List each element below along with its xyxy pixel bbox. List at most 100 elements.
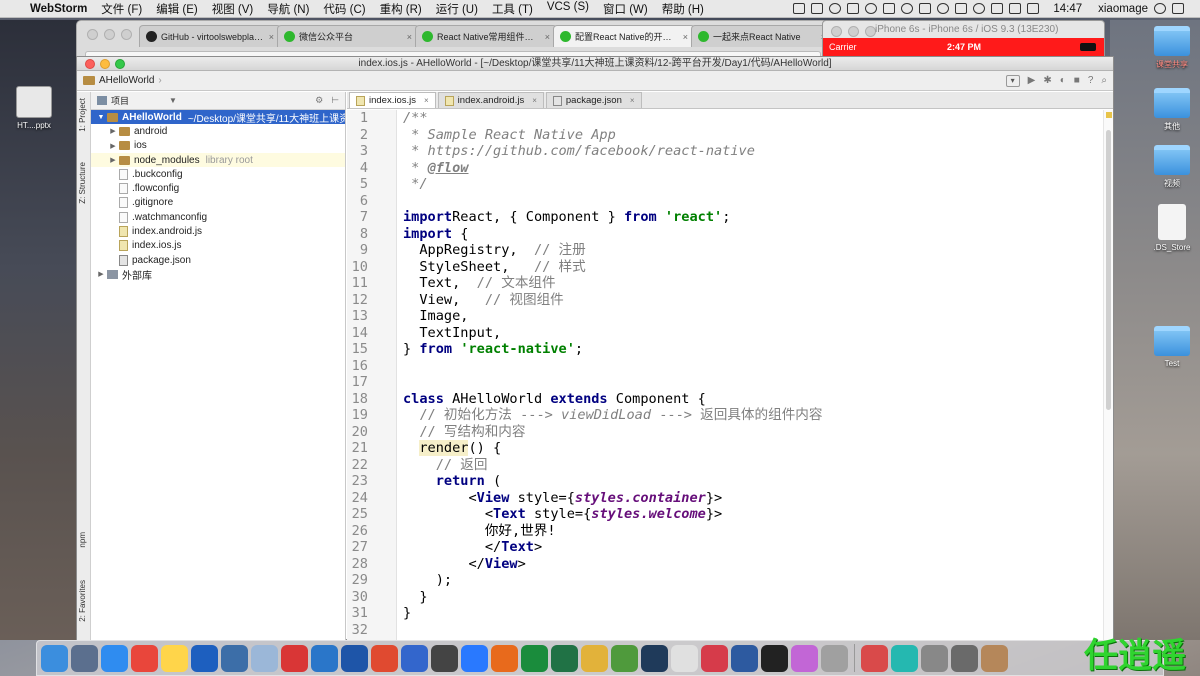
editor-scrollbar[interactable] (1103, 110, 1113, 640)
dock-app-icon[interactable] (761, 644, 788, 672)
dock-app-icon[interactable] (521, 644, 548, 672)
dock-app-icon[interactable] (71, 644, 98, 672)
tree-item[interactable]: ▶ node_modules library root (91, 152, 345, 168)
coverage-icon[interactable]: ◐ (1060, 75, 1066, 86)
chevron-down-icon[interactable]: ▼ (169, 96, 177, 105)
minimize-icon[interactable] (100, 59, 110, 69)
dock-app-icon[interactable] (671, 644, 698, 672)
tree-item[interactable]: ▼ AHelloWorld ~/Desktop/课堂共享/11大神班上课资料 (91, 110, 345, 125)
chevron-icon[interactable]: ▶ (95, 270, 107, 278)
dock-app-icon[interactable] (431, 644, 458, 672)
browser-tab[interactable]: 微信公众平台 × (277, 25, 419, 47)
editor-content[interactable]: 1 2 3 4 5 6 7 8 9 10 11 12 13 14 15 16 17 18 19 20 21 22 23 24 2… (347, 110, 1113, 640)
bluetooth-icon[interactable] (955, 3, 968, 14)
menu-item[interactable]: 文件 (F) (101, 1, 142, 17)
project-view-selector[interactable]: 项目 (111, 94, 129, 107)
tree-item[interactable]: ▶ 外部库 (91, 267, 345, 282)
dock-app-icon[interactable] (401, 644, 428, 672)
close-icon[interactable]: × (532, 96, 537, 105)
chevron-icon[interactable]: ▶ (107, 127, 119, 135)
minimize-icon[interactable] (848, 26, 859, 37)
dock-app-icon[interactable] (371, 644, 398, 672)
code-area[interactable]: /** * Sample React Native App * https://… (403, 110, 823, 638)
code-line[interactable]: return ( (403, 473, 823, 490)
collapse-icon[interactable]: ⊢ (331, 95, 339, 106)
code-line[interactable] (403, 358, 823, 375)
code-line[interactable]: TextInput, (403, 325, 823, 342)
tree-item[interactable]: .watchmanconfig (91, 210, 345, 224)
code-line[interactable]: // 初始化方法 ---> viewDidLoad ---> 返回具体的组件内容 (403, 407, 822, 424)
dock-app-icon[interactable] (611, 644, 638, 672)
run-icon[interactable]: ▶ (1028, 75, 1036, 86)
desktop-icon[interactable]: 课堂共享 (1142, 26, 1200, 70)
dock-app-icon[interactable] (461, 644, 488, 672)
menu-item[interactable]: VCS (S) (547, 1, 589, 17)
menu-item[interactable]: 编辑 (E) (156, 1, 198, 17)
help-icon[interactable]: ? (1088, 75, 1094, 86)
code-line[interactable] (403, 622, 823, 639)
editor-tab[interactable]: index.android.js × (437, 92, 544, 108)
code-line[interactable]: <View style={styles.container}> (403, 490, 823, 507)
menu-item[interactable]: 导航 (N) (267, 1, 309, 17)
dock-app-icon[interactable] (131, 644, 158, 672)
dock-app-icon[interactable] (641, 644, 668, 672)
code-line[interactable]: </Text> (403, 539, 823, 556)
tree-item[interactable]: .flowconfig (91, 181, 345, 195)
dock-app-icon[interactable] (101, 644, 128, 672)
gear-icon[interactable]: ⚙ (315, 95, 323, 106)
close-icon[interactable]: × (269, 32, 274, 42)
clock-icon[interactable] (865, 3, 878, 14)
tree-item[interactable]: .gitignore (91, 196, 345, 210)
menu-user[interactable]: xiaomage (1098, 3, 1148, 15)
close-icon[interactable]: × (424, 96, 429, 105)
tree-item[interactable]: index.ios.js (91, 239, 345, 253)
code-line[interactable]: } from 'react-native'; (403, 341, 823, 358)
dock-app-icon[interactable] (731, 644, 758, 672)
code-line[interactable]: <Text style={styles.welcome}> (403, 506, 823, 523)
menu-item[interactable]: 视图 (V) (212, 1, 254, 17)
analysis-status-icon[interactable] (1106, 112, 1112, 118)
tree-item[interactable]: ▶ ios (91, 139, 345, 153)
code-line[interactable]: class AHelloWorld extends Component { (403, 391, 823, 408)
battery-icon[interactable] (1009, 3, 1022, 14)
notification-icon[interactable] (1172, 3, 1184, 14)
code-line[interactable]: Text, // 文本组件 (403, 275, 823, 292)
stop-icon[interactable]: ■ (1074, 75, 1080, 86)
desktop-icon[interactable]: .DS_Store (1142, 204, 1200, 252)
run-config-dropdown[interactable]: ▾ (1005, 74, 1020, 87)
code-line[interactable] (403, 374, 823, 391)
zoom-icon[interactable] (121, 29, 132, 40)
dock-app-icon[interactable] (951, 644, 978, 672)
code-line[interactable]: // 写结构和内容 (403, 424, 823, 441)
desktop-icon[interactable]: 视频 (1142, 145, 1200, 189)
tab-npm[interactable]: npm (78, 532, 90, 548)
browser-tab[interactable]: React Native常用组件之View × (415, 25, 557, 47)
code-line[interactable]: ); (403, 572, 823, 589)
menu-item[interactable]: 工具 (T) (492, 1, 533, 17)
user-icon[interactable] (901, 3, 914, 14)
minimize-icon[interactable] (104, 29, 115, 40)
menu-item[interactable]: 代码 (C) (323, 1, 365, 17)
code-line[interactable]: Image, (403, 308, 823, 325)
dock-app-icon[interactable] (981, 644, 1008, 672)
menu-item[interactable]: 运行 (U) (436, 1, 478, 17)
breadcrumb[interactable]: AHelloWorld › (83, 75, 162, 86)
dock-app-icon[interactable] (821, 644, 848, 672)
code-line[interactable]: View, // 视图组件 (403, 292, 823, 309)
code-line[interactable]: * @flow (403, 160, 823, 177)
code-line[interactable]: AppRegistry, // 注册 (403, 242, 823, 259)
code-line[interactable]: StyleSheet, // 样式 (403, 259, 823, 276)
input-method-icon[interactable] (1027, 3, 1040, 14)
code-line[interactable]: 你好,世界! (403, 523, 823, 540)
desktop-icon[interactable]: Test (1142, 326, 1200, 368)
code-line[interactable]: } (403, 605, 823, 622)
dock-app-icon[interactable] (281, 644, 308, 672)
code-line[interactable]: import { (403, 226, 823, 243)
code-line[interactable]: * https://github.com/facebook/react-nati… (403, 143, 823, 160)
tab-favorites[interactable]: 2: Favorites (78, 580, 90, 622)
tree-item[interactable]: package.json (91, 253, 345, 267)
close-icon[interactable]: × (630, 96, 635, 105)
code-line[interactable]: /** (403, 110, 823, 127)
close-icon[interactable] (85, 59, 95, 69)
dock-app-icon[interactable] (341, 644, 368, 672)
